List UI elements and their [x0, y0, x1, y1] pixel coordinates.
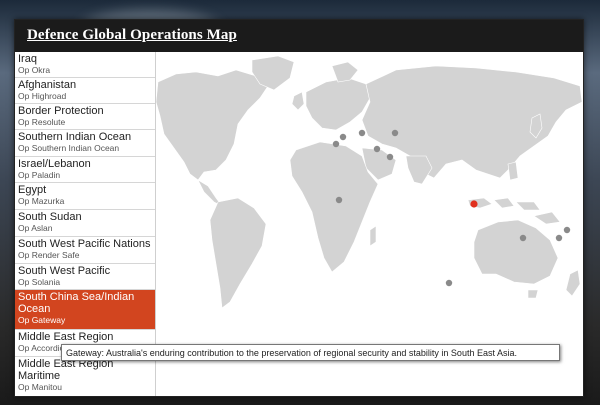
op-code: Op Aslan	[18, 223, 53, 233]
op-code: Op Solania	[18, 277, 61, 287]
op-name: Israel/Lebanon	[18, 158, 91, 170]
marker-op-resolute	[519, 234, 527, 242]
marker-op-mazurka	[339, 133, 347, 141]
op-item-border-protection[interactable]: Border Protection Op Resolute	[15, 104, 155, 130]
op-name: Southern Indian Ocean	[18, 131, 132, 143]
marker-op-aslan	[335, 196, 343, 204]
op-item-south-west-pacific[interactable]: South West Pacific Op Solania	[15, 264, 155, 290]
uk	[291, 91, 305, 111]
op-code: Op Highroad	[18, 91, 67, 101]
tasmania	[527, 289, 539, 299]
op-code: Op Okra	[18, 65, 51, 75]
marker-op-manitou	[386, 153, 394, 161]
op-code: Op Manitou	[18, 382, 62, 392]
op-code: Op Resolute	[18, 117, 66, 127]
marker-op-accordion	[373, 145, 381, 153]
op-code: Op Render Safe	[18, 250, 80, 260]
landmasses	[156, 55, 583, 309]
philippines	[507, 161, 519, 181]
op-item-israel-lebanon[interactable]: Israel/Lebanon Op Paladin	[15, 157, 155, 183]
op-name: South Sudan	[18, 211, 82, 223]
scandinavia	[331, 61, 359, 83]
marker-op-solania	[555, 234, 563, 242]
op-name: Afghanistan	[18, 79, 77, 91]
page-title[interactable]: Defence Global Operations Map	[27, 27, 237, 44]
op-item-south-china-sea[interactable]: South China Sea/Indian Ocean Op Gateway	[15, 290, 155, 330]
indonesia	[467, 197, 541, 211]
op-code: Op Gateway	[18, 315, 66, 325]
marker-op-gateway	[470, 200, 478, 208]
new-zealand	[565, 269, 581, 297]
op-item-egypt[interactable]: Egypt Op Mazurka	[15, 183, 155, 210]
north-america	[156, 69, 269, 181]
marker-op-okra	[358, 129, 366, 137]
op-name: South West Pacific	[18, 265, 111, 277]
op-item-iraq[interactable]: Iraq Op Okra	[15, 52, 155, 78]
op-code: Op Paladin	[18, 170, 61, 180]
op-name: South West Pacific Nations	[18, 238, 151, 250]
op-item-south-sudan[interactable]: South Sudan Op Aslan	[15, 210, 155, 237]
op-name: Border Protection	[18, 105, 104, 117]
europe	[305, 77, 371, 131]
op-code: Op Southern Indian Ocean	[18, 143, 120, 153]
op-name: Iraq	[18, 53, 37, 65]
title-bar: Defence Global Operations Map	[15, 20, 583, 52]
papua-new-guinea	[533, 211, 561, 225]
australia	[473, 219, 559, 285]
south-america	[209, 197, 267, 309]
op-item-middle-east-maritime[interactable]: Middle East Region Maritime Op Manitou	[15, 357, 155, 396]
op-item-afghanistan[interactable]: Afghanistan Op Highroad	[15, 78, 155, 104]
op-name: Egypt	[18, 184, 47, 196]
op-item-southern-indian-ocean[interactable]: Southern Indian Ocean Op Southern Indian…	[15, 130, 155, 157]
marker-op-israel-lebanon	[332, 140, 340, 148]
op-item-south-west-pacific-nations[interactable]: South West Pacific Nations Op Render Saf…	[15, 237, 155, 264]
operation-tooltip: Gateway: Australia's enduring contributi…	[61, 344, 560, 361]
marker-op-southern-indian-ocean	[445, 279, 453, 287]
op-name: South China Sea/Indian Ocean	[18, 291, 135, 315]
op-code: Op Mazurka	[18, 196, 65, 206]
op-name: Middle East Region	[18, 331, 114, 343]
india	[405, 155, 433, 185]
operations-map-widget: Defence Global Operations Map Iraq Op Ok…	[14, 19, 584, 397]
marker-op-render-safe	[563, 226, 571, 234]
marker-op-highroad	[391, 129, 399, 137]
madagascar	[369, 225, 377, 247]
